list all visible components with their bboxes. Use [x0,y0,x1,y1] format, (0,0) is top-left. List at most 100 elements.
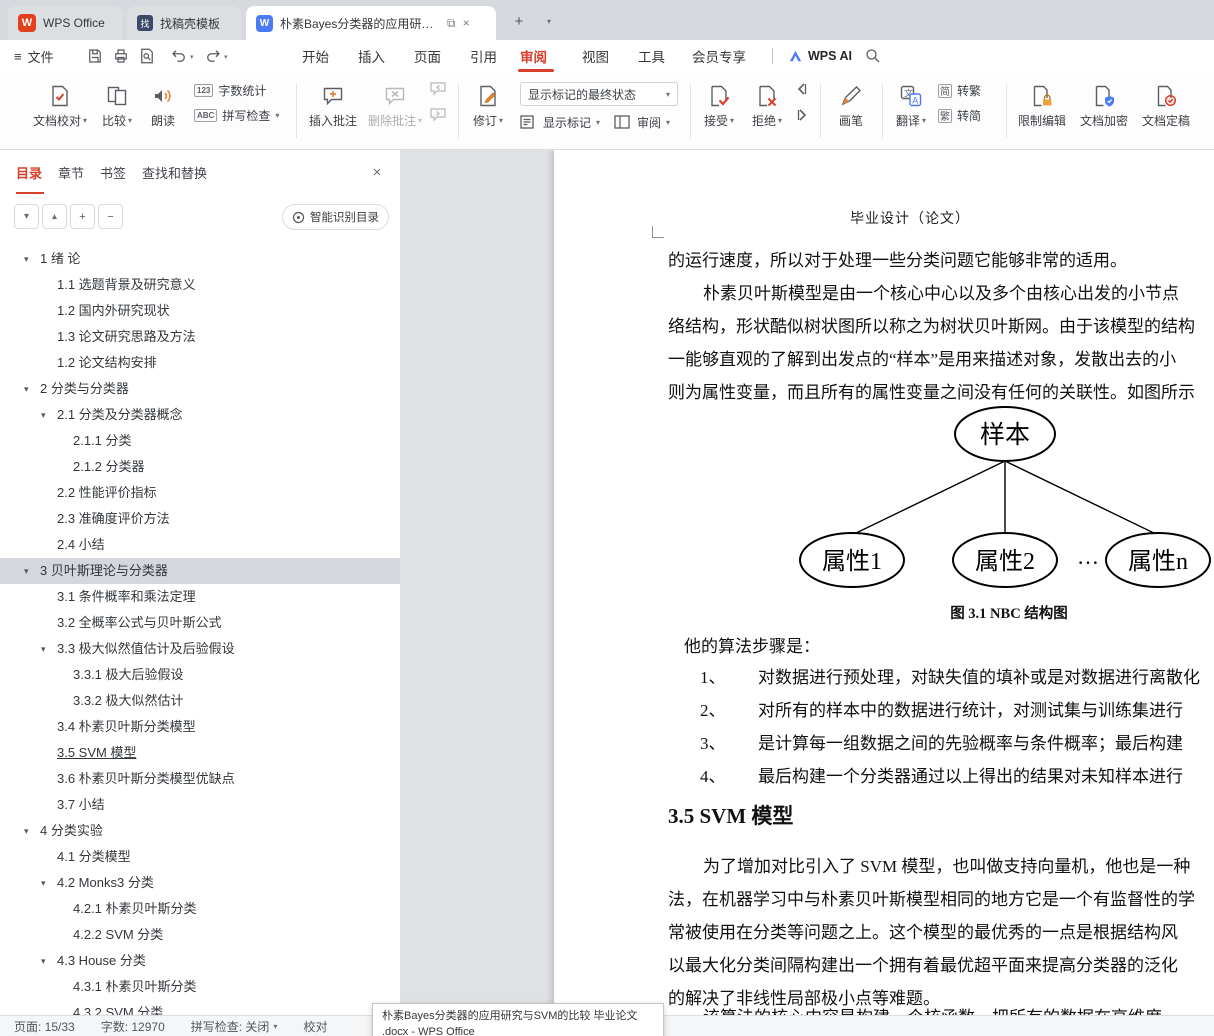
outline-item[interactable]: 3.4 朴素贝叶斯分类模型 [0,714,400,740]
outline-item[interactable]: 2.1.2 分类器 [0,454,400,480]
word-count-button[interactable]: 123 字数统计 [194,82,279,99]
outline-item[interactable]: ▾ 2.1 分类及分类器概念 [0,402,400,428]
expand-toggle-icon[interactable]: ▾ [24,818,29,844]
outline-item[interactable]: 3.1 条件概率和乘法定理 [0,584,400,610]
outline-item[interactable]: ▾ 4.3 House 分类 [0,948,400,974]
word-count-indicator[interactable]: 字数: 12970 [101,1018,165,1035]
previous-revision-icon[interactable] [794,82,812,98]
page-indicator[interactable]: 页面: 15/33 [14,1018,75,1035]
zoom-out-outline-button[interactable]: − [98,204,123,229]
search-icon[interactable] [864,47,882,65]
expand-toggle-icon[interactable]: ▾ [24,558,29,584]
outline-item[interactable]: 1.2 论文结构安排 [0,350,400,376]
expand-toggle-icon[interactable]: ▾ [41,636,46,662]
outline-item[interactable]: 2.4 小结 [0,532,400,558]
translate-button[interactable]: 文A 翻译 ▾ [888,78,934,142]
markup-state-dropdown[interactable]: 显示标记的最终状态 ▾ [520,82,678,106]
menu-review[interactable]: 审阅 [520,40,547,72]
outline-item[interactable]: 4.3.2 SVM 分类 [0,1000,400,1015]
save-icon[interactable] [86,47,104,65]
simplified-to-traditional-button[interactable]: 简 转繁 [938,82,981,99]
document-page[interactable]: 毕业设计（论文） 的运行速度，所以对于处理一些分类问题它能够非常的适用。 朴素贝… [554,150,1214,1015]
print-preview-icon[interactable] [138,47,156,65]
encrypt-document-button[interactable]: 文档加密 [1074,78,1134,142]
outline-item[interactable]: 3.3.1 极大后验假设 [0,662,400,688]
tab-wps-home[interactable]: W WPS Office [8,6,122,40]
tab-template[interactable]: 找 找稿壳模板 [127,6,241,40]
expand-all-button[interactable]: ▾ [42,204,67,229]
show-markup-button[interactable]: 显示标记 ▾ [520,114,600,131]
pen-button[interactable]: 画笔 [828,78,874,142]
restrict-editing-button[interactable]: 限制编辑 [1012,78,1072,142]
outline-item[interactable]: 4.1 分类模型 [0,844,400,870]
outline-item[interactable]: 4.2.1 朴素贝叶斯分类 [0,896,400,922]
proofing-button[interactable]: 校对 [303,1018,327,1035]
expand-toggle-icon[interactable]: ▾ [41,870,46,896]
menu-tools[interactable]: 工具 [638,40,665,72]
review-pane-button[interactable]: 审阅 ▾ [614,114,670,131]
expand-toggle-icon[interactable]: ▾ [41,402,46,428]
outline-item[interactable]: 4.3.1 朴素贝叶斯分类 [0,974,400,1000]
document-body-text[interactable]: 的运行速度，所以对于处理一些分类问题它能够非常的适用。 朴素贝叶斯模型是由一个核… [668,244,1214,409]
outline-item[interactable]: ▾ 1 绪 论 [0,246,400,272]
outline-item[interactable]: 3.5 SVM 模型 [0,740,400,766]
accept-revision-button[interactable]: 接受 ▾ [696,78,742,142]
outline-item[interactable]: 2.1.1 分类 [0,428,400,454]
expand-toggle-icon[interactable]: ▾ [24,376,29,402]
outline-item[interactable]: 3.7 小结 [0,792,400,818]
spell-check-status[interactable]: 拼写检查: 关闭 ▾ [191,1018,278,1035]
menu-view[interactable]: 视图 [582,40,609,72]
outline-item-selected[interactable]: ▾ 3 贝叶斯理论与分类器 [0,558,400,584]
expand-toggle-icon[interactable]: ▾ [24,246,29,272]
window-split-icon[interactable]: ⧉ [447,16,456,31]
outline-item[interactable]: 3.3.2 极大似然估计 [0,688,400,714]
menu-page[interactable]: 页面 [414,40,441,72]
reject-revision-button[interactable]: 拒绝 ▾ [744,78,790,142]
outline-item[interactable]: ▾ 3.3 极大似然值估计及后验假设 [0,636,400,662]
spell-check-button[interactable]: ABC 拼写检查 ▾ [194,107,279,124]
zoom-in-outline-button[interactable]: + [70,204,95,229]
expand-toggle-icon[interactable]: ▾ [41,948,46,974]
next-revision-icon[interactable] [794,108,812,124]
menu-member[interactable]: 会员专享 [692,40,746,72]
outline-item[interactable]: ▾ 2 分类与分类器 [0,376,400,402]
outline-item[interactable]: 1.3 论文研究思路及方法 [0,324,400,350]
traditional-to-simplified-button[interactable]: 繁 转简 [938,107,981,124]
redo-chevron-icon[interactable]: ▾ [224,53,228,61]
tab-toc[interactable]: 目录 [16,163,42,182]
tab-list-chevron-icon[interactable]: ▾ [538,10,560,32]
read-aloud-button[interactable]: 朗读 [141,78,185,142]
collapse-all-button[interactable]: ▾ [14,204,39,229]
outline-item[interactable]: ▾ 4.2 Monks3 分类 [0,870,400,896]
outline-item[interactable]: ▾ 4 分类实验 [0,818,400,844]
menu-insert[interactable]: 插入 [358,40,385,72]
outline-item[interactable]: 2.2 性能评价指标 [0,480,400,506]
redo-icon[interactable] [204,47,222,65]
wps-ai-button[interactable]: WPS AI [788,40,852,72]
outline-item[interactable]: 4.2.2 SVM 分类 [0,922,400,948]
smart-toc-button[interactable]: 智能识别目录 [282,204,389,230]
outline-item[interactable]: 3.6 朴素贝叶斯分类模型优缺点 [0,766,400,792]
print-icon[interactable] [112,47,130,65]
doc-proofing-button[interactable]: 文档校对 ▾ [28,78,92,142]
file-menu-button[interactable]: ≡ 文件 [14,40,54,72]
track-changes-button[interactable]: 修订 ▾ [464,78,512,142]
outline-item[interactable]: 1.1 选题背景及研究意义 [0,272,400,298]
tab-find-replace[interactable]: 查找和替换 [142,163,207,182]
svm-paragraph[interactable]: 为了增加对比引入了 SVM 模型，也叫做支持向量机，他也是一种 法，在机器学习中… [668,850,1214,1015]
tab-bookmarks[interactable]: 书签 [100,163,126,182]
close-pane-icon[interactable]: × [366,161,388,183]
new-tab-button[interactable]: + [508,10,530,32]
outline-item[interactable]: 3.2 全概率公式与贝叶斯公式 [0,610,400,636]
menu-reference[interactable]: 引用 [470,40,497,72]
undo-chevron-icon[interactable]: ▾ [190,53,194,61]
undo-icon[interactable] [170,47,188,65]
menu-home[interactable]: 开始 [302,40,329,72]
insert-comment-button[interactable]: 插入批注 [302,78,364,142]
close-tab-icon[interactable]: × [463,16,470,30]
compare-button[interactable]: 比较 ▾ [95,78,139,142]
tab-chapters[interactable]: 章节 [58,163,84,182]
finalize-document-button[interactable]: 文档定稿 [1136,78,1196,142]
outline-item[interactable]: 1.2 国内外研究现状 [0,298,400,324]
tab-document[interactable]: W 朴素Bayes分类器的应用研究与 ⧉ × [246,6,496,40]
